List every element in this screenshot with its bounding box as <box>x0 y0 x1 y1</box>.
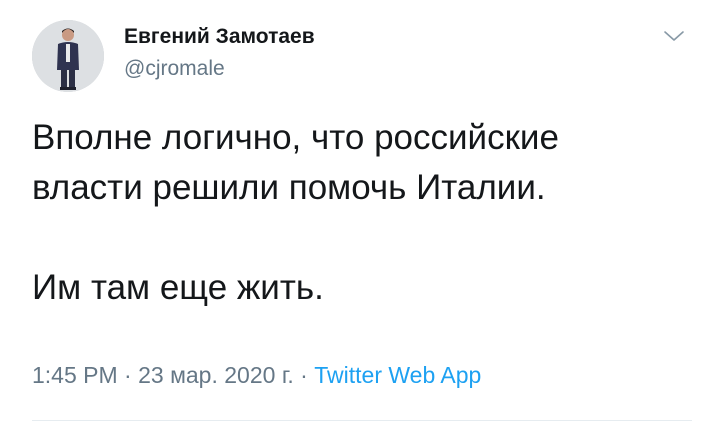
author-handle[interactable]: @cjromale <box>124 56 315 82</box>
meta-separator: · <box>293 362 315 388</box>
tweet-source-link[interactable]: Twitter Web App <box>314 362 481 388</box>
tweet-menu-button[interactable] <box>662 28 686 44</box>
tweet-text-line: власти решили помочь Италии. <box>32 168 546 207</box>
author-block[interactable]: Евгений Замотаев @cjromale <box>124 24 315 82</box>
meta-separator: · <box>117 362 139 388</box>
chevron-down-icon <box>664 31 684 41</box>
tweet-text-paragraph: Им там еще жить. <box>32 268 324 307</box>
author-display-name[interactable]: Евгений Замотаев <box>124 24 315 50</box>
tweet-time[interactable]: 1:45 PM <box>32 362 118 388</box>
tweet-card: Евгений Замотаев @cjromale Вполне логичн… <box>0 0 720 432</box>
tweet-date[interactable]: 23 мар. 2020 г. <box>138 362 294 388</box>
avatar-photo <box>32 20 104 92</box>
tweet-meta: 1:45 PM · 23 мар. 2020 г. · Twitter Web … <box>32 360 481 390</box>
avatar[interactable] <box>32 20 104 92</box>
tweet-text-line: Вполне логично, что российские <box>32 118 559 157</box>
divider <box>32 420 692 421</box>
tweet-text: Вполне логично, что российские власти ре… <box>32 113 692 313</box>
